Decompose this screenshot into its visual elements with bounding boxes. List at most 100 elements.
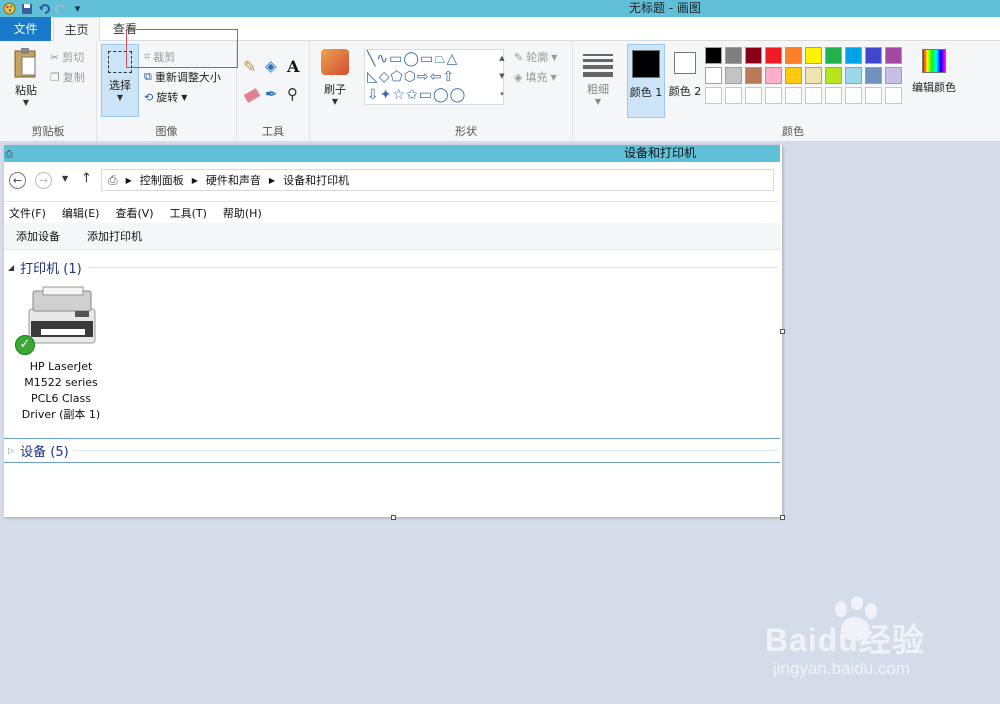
palette-swatch[interactable]: [725, 87, 742, 104]
palette-swatch[interactable]: [825, 67, 842, 84]
paste-button[interactable]: 粘贴 ▼: [8, 47, 44, 117]
color1-button[interactable]: 颜色 1: [627, 44, 665, 118]
printer-item[interactable]: ✓ HP LaserJet M1522 series PCL6 Class Dr…: [15, 285, 104, 423]
palette-swatch[interactable]: [845, 67, 862, 84]
palette-swatch[interactable]: [845, 87, 862, 104]
cut-button[interactable]: ✂ 剪切: [50, 49, 84, 65]
palette-swatch[interactable]: [705, 67, 722, 84]
menu-view[interactable]: 查看(V): [115, 205, 153, 221]
palette-swatch[interactable]: [865, 47, 882, 64]
size-button[interactable]: 粗细 ▼: [581, 51, 615, 106]
palette-swatch[interactable]: [725, 47, 742, 64]
rotate-icon: ⟲: [144, 90, 154, 104]
pasted-screenshot[interactable]: ⎙ 设备和打印机 ← → ▼ ↑ ⎙ ▶ 控制面板 ▶ 硬件和声音 ▶ 设备和打…: [4, 145, 782, 517]
eraser-icon[interactable]: [243, 88, 261, 103]
palette-swatch[interactable]: [805, 87, 822, 104]
palette-swatch[interactable]: [765, 87, 782, 104]
add-device-button[interactable]: 添加设备: [16, 228, 60, 244]
devices-section-header[interactable]: ▷ 设备 (5): [8, 441, 778, 460]
address-box[interactable]: ⎙ ▶ 控制面板 ▶ 硬件和声音 ▶ 设备和打印机: [101, 169, 774, 191]
up-arrow-icon[interactable]: ↑: [81, 171, 92, 186]
palette-swatch[interactable]: [785, 67, 802, 84]
breadcrumb-separator-icon: ▶: [268, 175, 276, 185]
tab-file[interactable]: 文件: [0, 17, 51, 41]
color2-button[interactable]: 颜色 2: [667, 44, 703, 118]
printers-section-header[interactable]: ◢ 打印机 (1): [8, 258, 778, 277]
palette-swatch[interactable]: [885, 47, 902, 64]
forward-button[interactable]: →: [35, 172, 52, 189]
section-divider: [74, 449, 778, 451]
color1-label: 颜色 1: [629, 86, 663, 99]
shapes-group: ╲∿▭◯▭⏢△ ◺◇⬠⬡⇨⇦⇧ ⇩✦☆✩▭◯◯ ▲ ▼ ▾ ✎ 轮廓 ▼ ◈ 填充 ▼ 形状: [360, 41, 573, 141]
breadcrumb-control-panel[interactable]: 控制面板: [140, 172, 184, 188]
menu-help[interactable]: 帮助(H): [223, 205, 262, 221]
palette-swatch[interactable]: [865, 67, 882, 84]
palette-swatch[interactable]: [705, 87, 722, 104]
breadcrumb-hardware-sound[interactable]: 硬件和声音: [206, 172, 261, 188]
palette-swatch[interactable]: [825, 47, 842, 64]
scissors-icon: ✂: [50, 50, 60, 64]
brush-icon: [321, 49, 349, 75]
text-icon[interactable]: A: [287, 57, 299, 76]
palette-swatch[interactable]: [805, 47, 822, 64]
recent-locations-icon[interactable]: ▼: [62, 174, 68, 183]
palette-swatch[interactable]: [765, 67, 782, 84]
add-printer-button[interactable]: 添加打印机: [87, 228, 142, 244]
pencil-icon[interactable]: ✎: [243, 57, 256, 76]
rotate-button[interactable]: ⟲ 旋转 ▼: [144, 89, 187, 105]
breadcrumb-separator-icon: ▶: [191, 175, 198, 185]
window-title: 无标题 - 画图: [629, 1, 701, 15]
printer-folder-icon: ⎙: [108, 172, 118, 187]
palette-swatch[interactable]: [725, 67, 742, 84]
resize-handle-right[interactable]: [780, 329, 785, 334]
shapes-scroll[interactable]: ▲ ▼ ▾: [497, 49, 507, 105]
breadcrumb-separator-icon: ▶: [125, 175, 132, 185]
palette-swatch[interactable]: [705, 47, 722, 64]
palette-swatch[interactable]: [785, 87, 802, 104]
copy-button[interactable]: ❐ 复制: [50, 69, 85, 85]
fill-label: 填充: [525, 71, 548, 84]
brushes-dropdown-icon: ▼: [331, 97, 339, 106]
printer-icon: ✓: [15, 285, 99, 355]
tools-group: ✎ ◈ A ✒ ⚲ 工具: [237, 41, 310, 141]
color-palette: [705, 47, 905, 107]
shapes-group-label: 形状: [455, 125, 477, 138]
fill-bucket-icon[interactable]: ◈: [265, 57, 277, 75]
section-divider: [87, 266, 778, 268]
palette-swatch[interactable]: [745, 47, 762, 64]
menu-tools[interactable]: 工具(T): [170, 205, 207, 221]
palette-swatch[interactable]: [765, 47, 782, 64]
color-wheel-icon: [922, 49, 946, 73]
resize-handle-corner[interactable]: [780, 515, 785, 520]
shapes-row-2: ◺◇⬠⬡⇨⇦⇧: [367, 69, 456, 85]
back-button[interactable]: ←: [9, 172, 26, 189]
outline-button[interactable]: ✎ 轮廓 ▼: [514, 49, 557, 65]
tab-home[interactable]: 主页: [53, 17, 100, 42]
select-label: 选择: [109, 79, 131, 92]
edit-colors-button[interactable]: 编辑颜色: [909, 49, 959, 95]
palette-swatch[interactable]: [825, 87, 842, 104]
section-rule-top: [4, 438, 780, 439]
shapes-gallery[interactable]: ╲∿▭◯▭⏢△ ◺◇⬠⬡⇨⇦⇧ ⇩✦☆✩▭◯◯: [364, 49, 504, 105]
palette-swatch[interactable]: [885, 87, 902, 104]
fill-button[interactable]: ◈ 填充 ▼: [514, 69, 557, 85]
palette-swatch[interactable]: [785, 47, 802, 64]
resize-button[interactable]: ⧉ 重新调整大小: [144, 69, 221, 85]
brushes-button[interactable]: 刷子 ▼: [317, 49, 353, 106]
palette-swatch[interactable]: [885, 67, 902, 84]
resize-handle-bottom[interactable]: [391, 515, 396, 520]
edit-colors-label: 编辑颜色: [912, 81, 956, 94]
color-picker-icon[interactable]: ✒: [265, 85, 278, 103]
menu-edit[interactable]: 编辑(E): [62, 205, 100, 221]
magnifier-icon[interactable]: ⚲: [287, 85, 298, 103]
palette-swatch[interactable]: [845, 47, 862, 64]
palette-swatch[interactable]: [745, 87, 762, 104]
baidu-watermark: Baidu经验 jingyan.baidu.com: [765, 597, 995, 687]
menu-file[interactable]: 文件(F): [9, 205, 46, 221]
fill-icon: ◈: [514, 70, 523, 84]
palette-swatch[interactable]: [865, 87, 882, 104]
palette-swatch[interactable]: [805, 67, 822, 84]
size-group: 粗细 ▼: [573, 41, 623, 141]
palette-swatch[interactable]: [745, 67, 762, 84]
breadcrumb-devices-printers[interactable]: 设备和打印机: [283, 172, 349, 188]
